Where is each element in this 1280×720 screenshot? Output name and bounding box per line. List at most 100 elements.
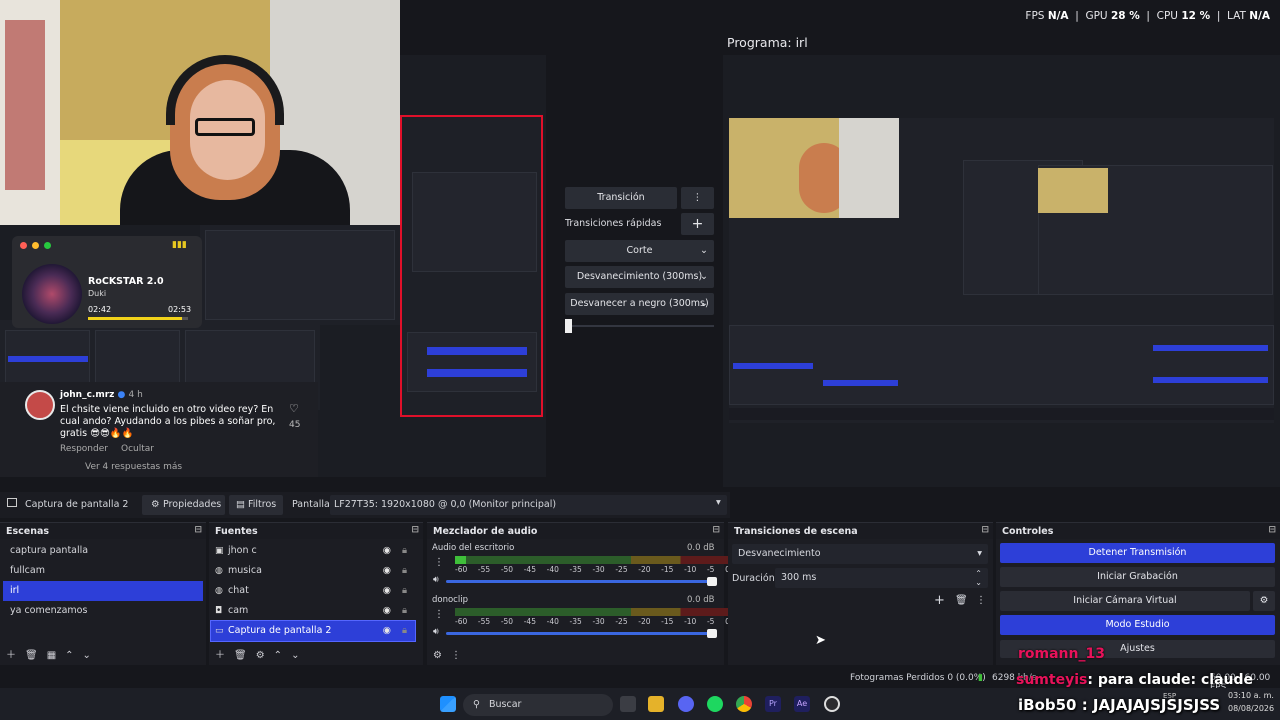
studio-mode-button[interactable]: Modo Estudio bbox=[1000, 615, 1275, 635]
speaker-icon[interactable]: 🔊︎ bbox=[433, 627, 439, 637]
trash-icon[interactable]: 🗑 bbox=[234, 650, 247, 661]
tbar-track[interactable] bbox=[565, 319, 714, 333]
monitor-icon: ▭ bbox=[215, 626, 224, 636]
meter-tick: -20 bbox=[638, 565, 651, 574]
transition-menu-icon[interactable]: ⋮ bbox=[976, 595, 986, 606]
premiere-icon[interactable]: Pr bbox=[765, 696, 781, 712]
nested-capture-frame bbox=[400, 115, 543, 417]
source-name: musica bbox=[228, 565, 262, 576]
source-item[interactable]: ▭ Captura de pantalla 2 ◉ 🔒︎ bbox=[210, 620, 416, 642]
channel-menu-icon[interactable]: ⋮ bbox=[434, 557, 444, 568]
virtual-camera-button[interactable]: Iniciar Cámara Virtual bbox=[1000, 591, 1250, 611]
eye-icon[interactable]: ◉ bbox=[383, 541, 391, 561]
chrome-icon[interactable] bbox=[736, 696, 752, 712]
move-up-icon[interactable]: ⌃ bbox=[274, 650, 282, 661]
source-name: Captura de pantalla 2 bbox=[228, 625, 332, 636]
scene-list: captura pantalla fullcam irl ya comenzam… bbox=[0, 539, 206, 623]
source-item[interactable]: ▣ jhon c ◉ 🔒︎ bbox=[211, 541, 415, 561]
move-down-icon[interactable]: ⌄ bbox=[83, 650, 91, 661]
gear-icon: ⚙ bbox=[151, 499, 160, 510]
windows-start-icon[interactable] bbox=[440, 696, 456, 712]
task-view-icon[interactable] bbox=[620, 696, 636, 712]
add-scene-icon[interactable]: ＋ bbox=[6, 650, 16, 661]
taskbar-search[interactable]: ⚲ Buscar bbox=[463, 694, 613, 716]
move-up-icon[interactable]: ⌃ bbox=[65, 650, 73, 661]
globe-icon: ◍ bbox=[215, 586, 223, 596]
dock-menu-icon[interactable]: ⊟ bbox=[194, 525, 202, 535]
meter-tick: -60 bbox=[455, 617, 468, 626]
scene-filter-icon[interactable]: ▦ bbox=[47, 650, 56, 661]
dock-menu-icon[interactable]: ⊟ bbox=[981, 525, 989, 535]
commenter-avatar bbox=[25, 390, 55, 420]
gear-icon[interactable]: ⚙ bbox=[256, 650, 265, 661]
scene-item[interactable]: ya comenzamos bbox=[3, 601, 203, 621]
after-effects-icon[interactable]: Ae bbox=[794, 696, 810, 712]
transition-button[interactable]: Transición bbox=[565, 187, 677, 209]
stop-stream-button[interactable]: Detener Transmisión bbox=[1000, 543, 1275, 563]
eye-icon[interactable]: ◉ bbox=[383, 601, 391, 621]
dock-menu-icon[interactable]: ⊟ bbox=[1268, 525, 1276, 535]
add-quick-transition-icon[interactable]: + bbox=[681, 213, 714, 235]
track-artist: Duki bbox=[88, 289, 107, 298]
audio-mixer-dock: Mezclador de audio ⊟ Audio del escritorio… bbox=[427, 522, 730, 665]
dock-menu-icon[interactable]: ⊟ bbox=[411, 525, 419, 535]
add-source-icon[interactable]: ＋ bbox=[215, 650, 225, 661]
spin-icon[interactable]: ⌃ ⌄ bbox=[975, 569, 982, 587]
meter-tick: -60 bbox=[455, 565, 468, 574]
duration-label: Duración bbox=[732, 573, 775, 584]
eye-icon[interactable]: ◉ bbox=[383, 561, 391, 581]
start-recording-button[interactable]: Iniciar Grabación bbox=[1000, 567, 1275, 587]
tbar-handle[interactable] bbox=[565, 319, 572, 333]
mixer-menu-icon[interactable]: ⋮ bbox=[451, 650, 461, 661]
screen-label: Pantalla bbox=[292, 499, 330, 510]
volume-slider[interactable] bbox=[446, 629, 717, 638]
signal-icon: ▮ bbox=[978, 673, 983, 683]
duration-input[interactable]: 300 ms ⌃ ⌄ bbox=[775, 568, 988, 588]
mixer-title: Mezclador de audio bbox=[433, 526, 538, 537]
advanced-audio-icon[interactable]: ⚙ bbox=[433, 650, 442, 661]
slider-knob[interactable] bbox=[707, 629, 717, 638]
source-item[interactable]: ◘ cam ◉ 🔒︎ bbox=[211, 601, 415, 621]
meter-tick: -15 bbox=[661, 617, 674, 626]
eye-icon[interactable]: ◉ bbox=[383, 581, 391, 601]
cut-transition-button[interactable]: Corte ⌄ bbox=[565, 240, 714, 262]
gear-icon[interactable]: ⚙ bbox=[1253, 591, 1275, 611]
lock-icon[interactable]: 🔒︎ bbox=[402, 561, 407, 581]
scene-item[interactable]: irl bbox=[3, 581, 203, 601]
trash-icon[interactable]: 🗑 bbox=[25, 650, 38, 661]
transition-menu-icon[interactable]: ⋮ bbox=[681, 187, 714, 209]
scene-item[interactable]: fullcam bbox=[3, 561, 203, 581]
slider-knob[interactable] bbox=[707, 577, 717, 586]
channel-menu-icon[interactable]: ⋮ bbox=[434, 609, 444, 620]
source-item[interactable]: ◍ musica ◉ 🔒︎ bbox=[211, 561, 415, 581]
lock-icon[interactable]: 🔒︎ bbox=[402, 621, 407, 641]
trash-icon[interactable]: 🗑 bbox=[955, 595, 968, 606]
speaker-icon[interactable]: 🔊︎ bbox=[433, 575, 439, 585]
lock-icon[interactable]: 🔒︎ bbox=[402, 601, 407, 621]
eye-icon[interactable]: ◉ bbox=[383, 621, 391, 641]
transition-select[interactable]: Desvanecimiento ▾ bbox=[732, 544, 988, 564]
obs-icon[interactable] bbox=[824, 696, 840, 712]
lock-icon[interactable]: 🔒︎ bbox=[402, 541, 407, 561]
meter-tick: -45 bbox=[523, 565, 536, 574]
move-down-icon[interactable]: ⌄ bbox=[291, 650, 299, 661]
equalizer-icon: ▮▮▮ bbox=[172, 240, 187, 250]
meter-tick: -30 bbox=[592, 565, 605, 574]
add-transition-icon[interactable]: + bbox=[934, 593, 945, 608]
chevron-down-icon: ▾ bbox=[716, 497, 721, 508]
fade-black-transition-button[interactable]: Desvanecer a negro (300ms) ⌄ bbox=[565, 293, 714, 315]
discord-icon[interactable] bbox=[678, 696, 694, 712]
source-toolbar: Captura de pantalla 2 ⚙ Propiedades ▤ Fi… bbox=[0, 492, 730, 518]
webcam-feed bbox=[0, 0, 400, 225]
globe-icon: ◍ bbox=[215, 566, 223, 576]
fade-transition-button[interactable]: Desvanecimiento (300ms) ⌄ bbox=[565, 266, 714, 288]
spotify-icon[interactable] bbox=[707, 696, 723, 712]
lock-icon[interactable]: 🔒︎ bbox=[402, 581, 407, 601]
scene-item[interactable]: captura pantalla bbox=[3, 541, 203, 561]
volume-slider[interactable] bbox=[446, 577, 717, 586]
file-explorer-icon[interactable] bbox=[648, 696, 664, 712]
dock-menu-icon[interactable]: ⊟ bbox=[712, 525, 720, 535]
reply-link: Responder bbox=[60, 444, 108, 454]
source-item[interactable]: ◍ chat ◉ 🔒︎ bbox=[211, 581, 415, 601]
scenes-title: Escenas bbox=[6, 526, 50, 537]
